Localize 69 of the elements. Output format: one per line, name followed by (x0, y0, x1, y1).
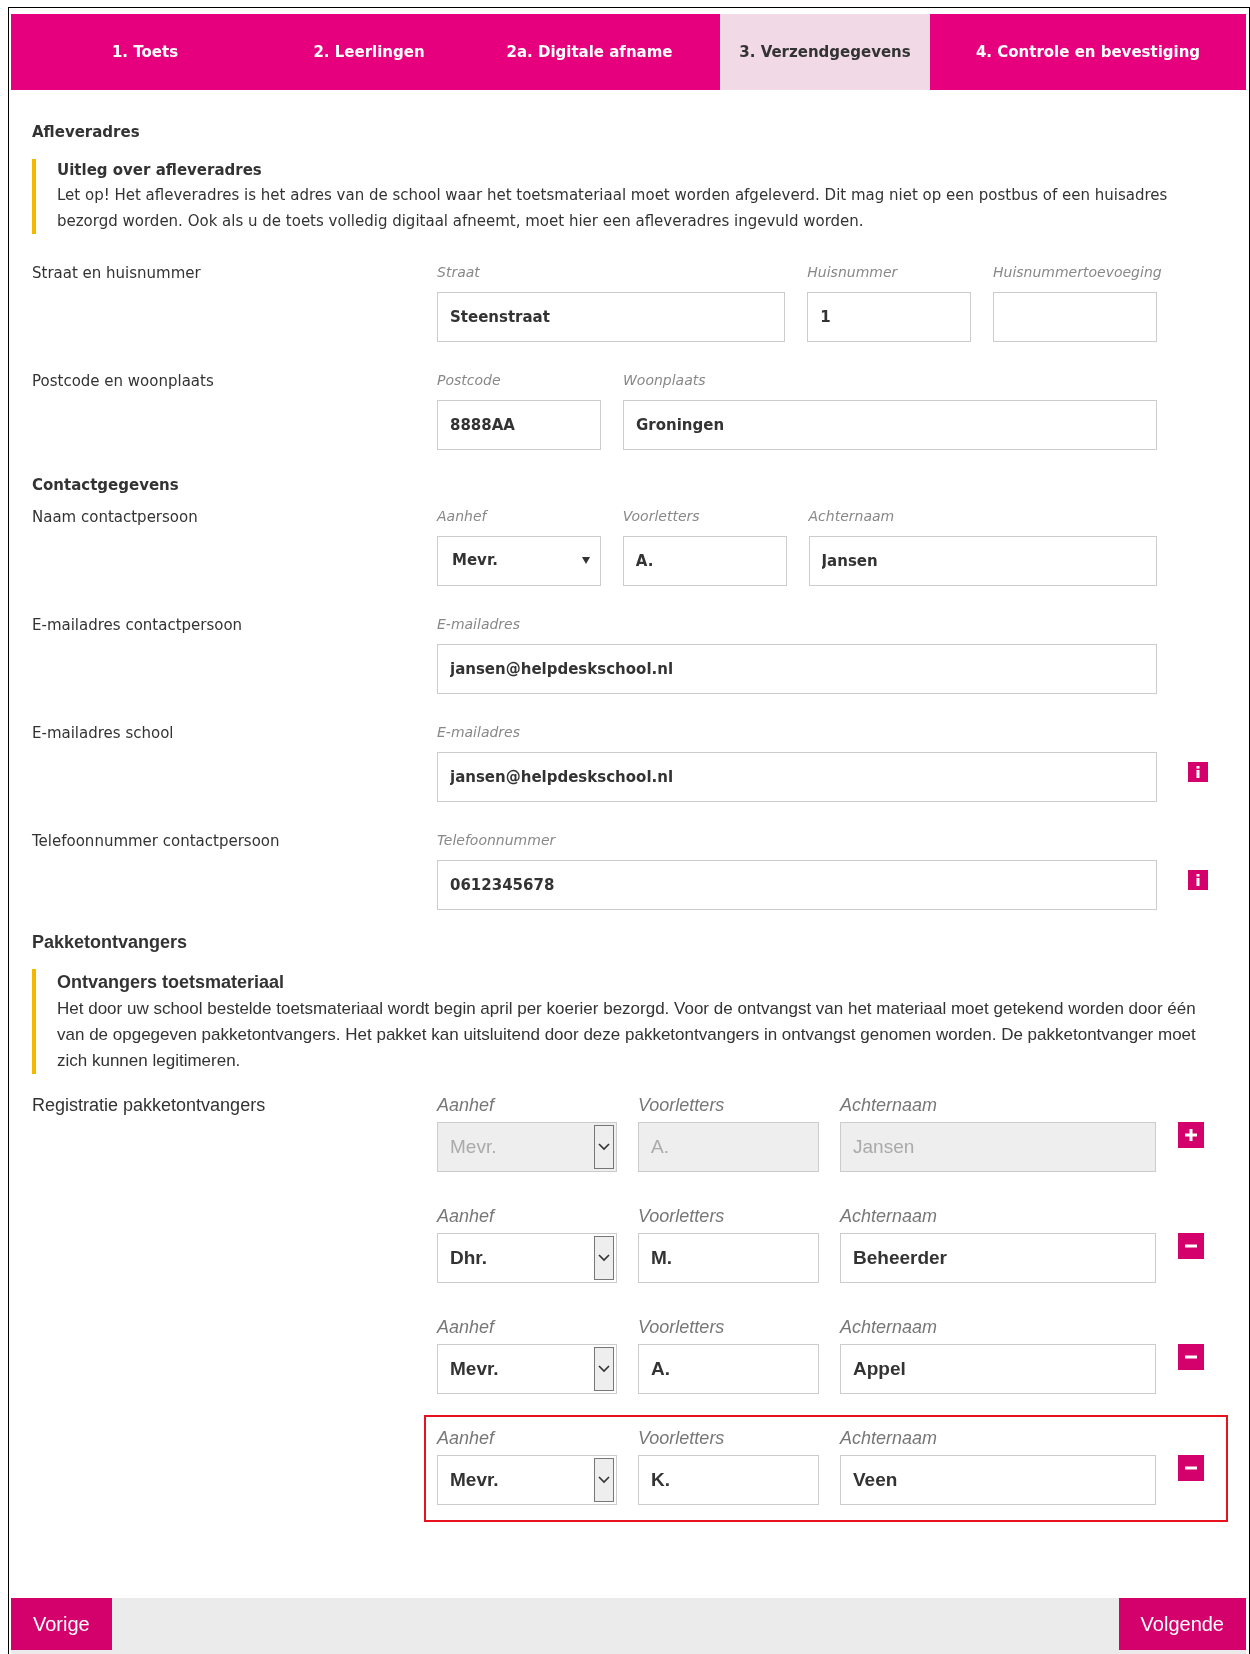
field-caption: E-mailadres (437, 722, 522, 742)
text-input[interactable]: A. (622, 535, 787, 586)
field-caption: Aanhef (437, 1427, 497, 1451)
field-label: Straat en huisnummer (32, 262, 202, 284)
text-input[interactable] (993, 291, 1157, 342)
field-caption: Voorletters (638, 1427, 726, 1451)
text-input[interactable]: 1 (807, 291, 971, 342)
step-tab[interactable]: 3. Verzendgegevens (720, 14, 930, 90)
dropdown-chevron-icon (594, 1236, 614, 1281)
salutation-select[interactable]: Dhr. (437, 1233, 617, 1284)
section-heading: Contactgegevens (32, 475, 180, 494)
text-input[interactable]: A. (638, 1344, 819, 1395)
field-caption: Voorletters (638, 1094, 726, 1118)
section-heading: Pakketontvangers (32, 931, 189, 954)
field-caption: Voorletters (622, 506, 701, 526)
text-input[interactable]: Veen (840, 1455, 1156, 1506)
text-input[interactable]: 0612345678 (437, 859, 1157, 910)
field-caption: E-mailadres (437, 614, 522, 634)
note-text: Het door uw school bestelde toetsmateriaal wordt begin april per koerier bezorgd. Voor de ontvangst van het materiaal moet getekend worden door één van de opgegeven pakketontvangers. Het pakket kan uitsluitend door deze pakketontvangers in ontvangst genomen worden. De pakketontvanger moet zich kunnen legitimeren. (57, 998, 1197, 1073)
dropdown-chevron-icon (594, 1347, 614, 1392)
salutation-select[interactable]: Mevr. (437, 535, 601, 586)
info-icon[interactable] (1188, 761, 1208, 782)
field-caption: Voorletters (638, 1316, 726, 1340)
text-input[interactable]: Steenstraat (437, 291, 786, 342)
note-text: Let op! Het afleveradres is het adres van de school waar het toetsmateriaal moet worden afgeleverd. Dit mag niet op een postbus of een huisadres bezorgd worden. Ook als u de toets volledig digitaal afneemt, moet hier een afleveradres ingevuld worden. (57, 184, 1169, 232)
note-title: Ontvangers toetsmateriaal (57, 971, 286, 995)
field-caption: Voorletters (638, 1205, 726, 1229)
field-caption: Achternaam (808, 506, 896, 526)
text-input[interactable]: Jansen (808, 535, 1157, 586)
field-label: Telefoonnummer contactpersoon (32, 830, 281, 852)
field-caption: Achternaam (840, 1427, 939, 1451)
field-caption: Woonplaats (623, 370, 707, 390)
text-input[interactable]: jansen@helpdeskschool.nl (437, 751, 1157, 802)
field-caption: Postcode (437, 370, 502, 390)
salutation-select[interactable]: Mevr. (437, 1455, 617, 1506)
text-input[interactable]: Appel (840, 1344, 1156, 1395)
text-input[interactable]: M. (638, 1233, 819, 1284)
note-title: Uitleg over afleveradres (57, 160, 263, 181)
field-label: E-mailadres contactpersoon (32, 614, 244, 636)
text-input[interactable]: K. (638, 1455, 819, 1506)
field-label: Postcode en woonplaats (32, 370, 215, 392)
section-heading: Afleveradres (32, 123, 141, 141)
dropdown-caret-icon (581, 557, 590, 564)
previous-button[interactable]: Vorige (11, 1598, 112, 1650)
text-input[interactable]: Groningen (623, 399, 1157, 450)
field-label: Registratie pakketontvangers (32, 1094, 267, 1118)
remove-icon[interactable] (1178, 1233, 1204, 1260)
dropdown-chevron-icon (594, 1458, 614, 1503)
field-caption: Aanhef (437, 1094, 497, 1118)
remove-icon[interactable] (1178, 1344, 1204, 1371)
info-icon[interactable] (1188, 869, 1208, 890)
field-caption: Achternaam (840, 1316, 939, 1340)
field-caption: Aanhef (437, 1205, 497, 1229)
field-caption: Achternaam (840, 1205, 939, 1229)
field-caption: Achternaam (840, 1094, 939, 1118)
remove-icon[interactable] (1178, 1455, 1204, 1482)
field-label: Naam contactpersoon (32, 506, 199, 528)
next-button[interactable]: Volgende (1118, 1598, 1246, 1650)
text-input[interactable]: 8888AA (437, 399, 601, 450)
text-input[interactable]: Beheerder (840, 1233, 1156, 1284)
field-caption: Aanhef (437, 506, 489, 526)
field-caption: Aanhef (437, 1316, 497, 1340)
field-caption: Telefoonnummer (437, 830, 557, 850)
field-caption: Huisnummer (807, 262, 899, 282)
salutation-select[interactable]: Mevr. (437, 1344, 617, 1395)
text-input[interactable]: jansen@helpdeskschool.nl (437, 643, 1157, 694)
dropdown-chevron-icon (594, 1125, 614, 1170)
field-label: E-mailadres school (32, 722, 175, 744)
field-caption: Straat (437, 262, 481, 282)
